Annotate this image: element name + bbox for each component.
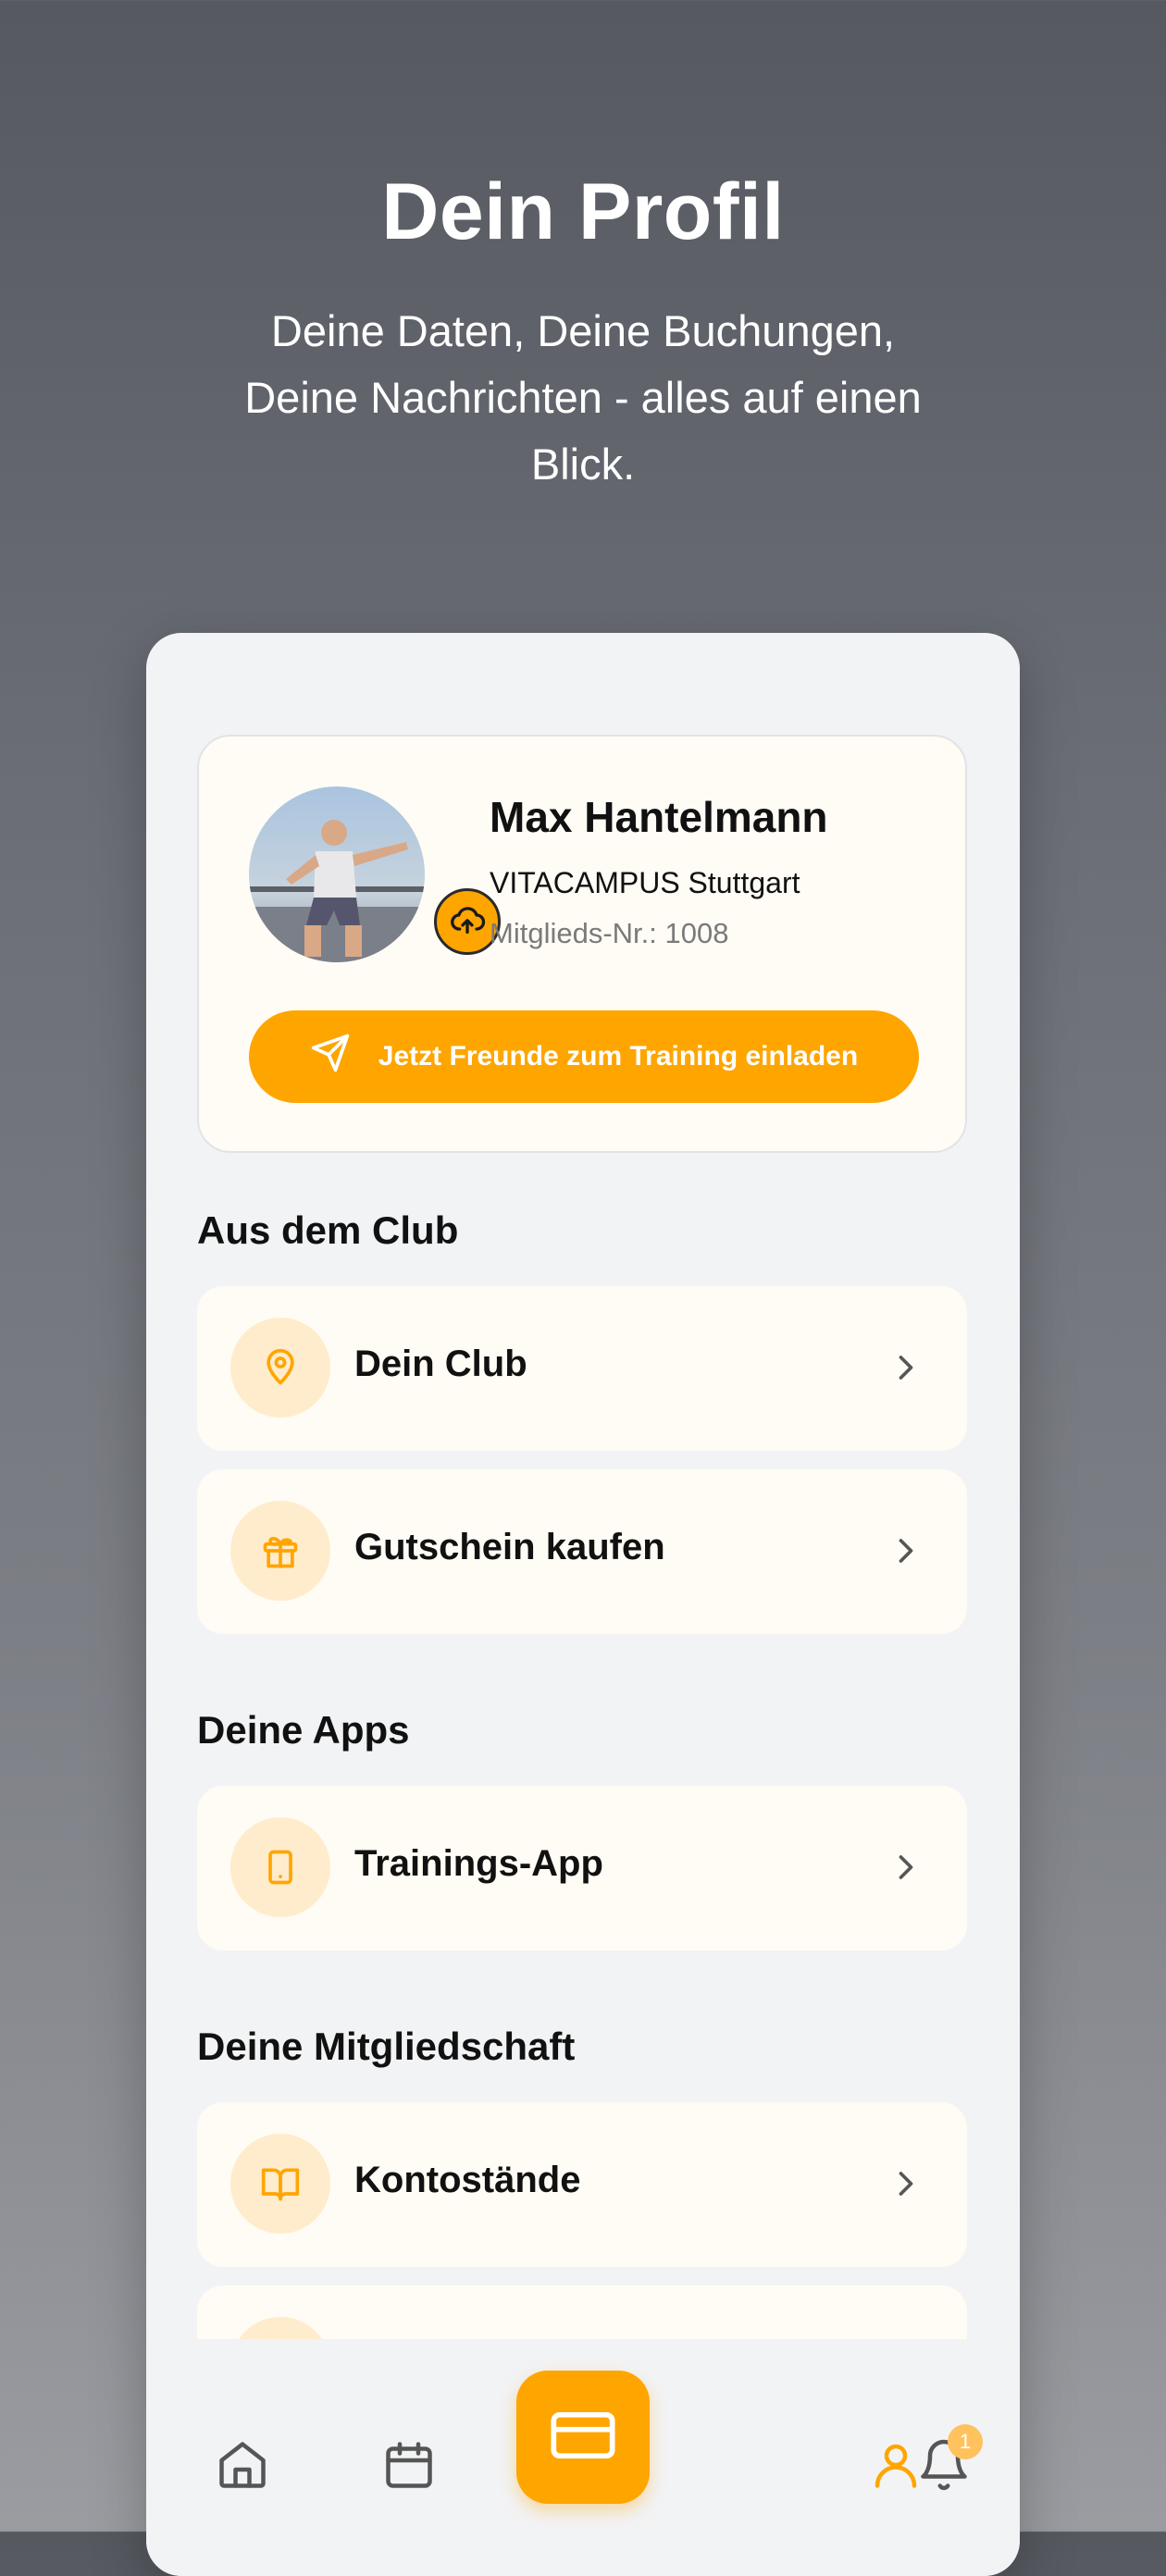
- profile-club: VITACAMPUS Stuttgart: [490, 866, 800, 899]
- profile-card: Max Hantelmann VITACAMPUS Stuttgart Mitg…: [197, 735, 967, 1153]
- tab-calendar[interactable]: [370, 2428, 448, 2506]
- avatar[interactable]: [249, 786, 425, 962]
- list-item-kontostaende[interactable]: Kontostände: [197, 2102, 967, 2267]
- notification-count-badge: 1: [948, 2424, 983, 2459]
- chevron-right-icon: [886, 2163, 926, 2209]
- invite-label: Jetzt Freunde zum Training einladen: [378, 1041, 859, 1071]
- chevron-right-icon: [886, 1847, 926, 1892]
- tab-home[interactable]: [204, 2428, 281, 2506]
- hero-subtitle: Deine Daten, Deine Buchungen, Deine Nach…: [244, 306, 922, 489]
- list-item-trainings-app[interactable]: Trainings-App: [197, 1786, 967, 1951]
- cloud-upload-icon: [449, 901, 486, 943]
- list-item-label: Dein Club: [354, 1344, 527, 1384]
- calendar-icon: [381, 2437, 437, 2497]
- tab-membership-card[interactable]: [516, 2371, 650, 2504]
- list-item-gutschein[interactable]: Gutschein kaufen: [197, 1469, 967, 1634]
- list-item-label: Kontostände: [354, 2160, 581, 2200]
- profile-name: Max Hantelmann: [490, 793, 828, 841]
- tab-notifications[interactable]: 1: [905, 2424, 983, 2506]
- location-pin-icon: [230, 1318, 330, 1418]
- section-title-apps: Deine Apps: [197, 1708, 410, 1752]
- chevron-right-icon: [886, 1347, 926, 1393]
- bottom-tab-bar: 1: [146, 2339, 1020, 2576]
- book-icon: [230, 2134, 330, 2234]
- gift-icon: [230, 1501, 330, 1601]
- list-item-label: Gutschein kaufen: [354, 1527, 665, 1567]
- card-icon: [548, 2400, 618, 2475]
- phone-screen: Max Hantelmann VITACAMPUS Stuttgart Mitg…: [146, 633, 1020, 2576]
- home-icon: [215, 2437, 270, 2497]
- list-item-label: Trainings-App: [354, 1843, 603, 1884]
- chevron-right-icon: [886, 1530, 926, 1576]
- list-item-dein-club[interactable]: Dein Club: [197, 1286, 967, 1451]
- hero-title: Dein Profil: [381, 167, 785, 256]
- section-title-club: Aus dem Club: [197, 1208, 459, 1252]
- send-icon: [310, 1033, 351, 1081]
- section-title-membership: Deine Mitgliedschaft: [197, 2025, 576, 2068]
- tablet-icon: [230, 1817, 330, 1917]
- member-number: Mitglieds-Nr.: 1008: [490, 917, 729, 949]
- invite-friends-button[interactable]: Jetzt Freunde zum Training einladen: [249, 1010, 919, 1103]
